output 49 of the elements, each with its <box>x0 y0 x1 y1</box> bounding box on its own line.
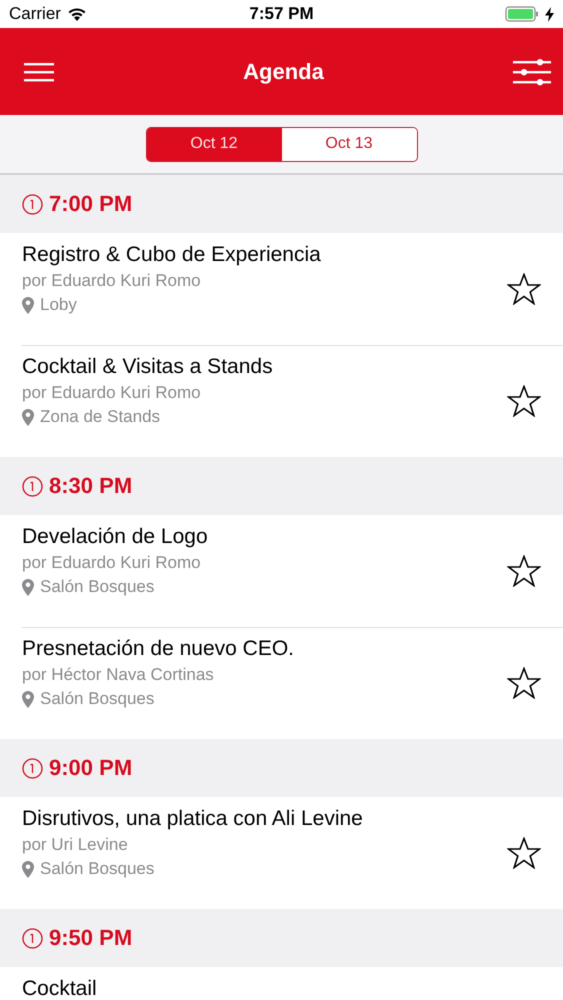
battery-icon <box>505 6 539 22</box>
location-name: Salón Bosques <box>40 577 154 597</box>
filter-sliders-icon[interactable] <box>513 58 551 86</box>
star-icon[interactable] <box>507 555 541 587</box>
clock-icon <box>22 758 43 778</box>
section-time: 9:00 PM <box>49 755 132 781</box>
location-pin-icon <box>22 690 34 708</box>
session-title: Registro & Cubo de Experiencia <box>22 243 321 267</box>
location-pin-icon <box>22 408 34 426</box>
session-title: Cocktail <box>22 977 97 1000</box>
agenda-item[interactable]: Presnetación de nuevo CEO. por Héctor Nava Cortinas Salón Bosques <box>0 627 563 739</box>
agenda-item[interactable]: Cocktail <box>0 967 563 1000</box>
location-pin-icon <box>22 296 34 314</box>
speaker-name: por Eduardo Kuri Romo <box>22 383 202 403</box>
section-time: 7:00 PM <box>49 191 132 217</box>
location-name: Zona de Stands <box>40 407 160 427</box>
star-icon[interactable] <box>507 667 541 699</box>
carrier-name: Carrier <box>9 4 61 24</box>
agenda-item[interactable]: Develación de Logo por Eduardo Kuri Romo Salón Bosques <box>0 515 563 627</box>
section-time: 8:30 PM <box>49 473 132 499</box>
clock-icon <box>22 928 43 948</box>
speaker-name: por Uri Levine <box>22 835 129 855</box>
location-pin-icon <box>22 578 34 596</box>
section-time: 9:50 PM <box>49 925 132 951</box>
star-icon[interactable] <box>507 273 541 305</box>
clock-time: 7:57 PM <box>249 4 314 24</box>
day-tab[interactable]: Oct 13 <box>282 128 416 160</box>
speaker-name: por Eduardo Kuri Romo <box>22 553 202 573</box>
agenda-item[interactable]: Disrutivos, una platica con Ali Levine por Uri Levine Salón Bosques <box>0 797 563 909</box>
clock-icon <box>22 194 43 214</box>
session-title: Disrutivos, una platica con Ali Levine <box>22 807 363 831</box>
clock-icon <box>22 476 43 496</box>
session-title: Presnetación de nuevo CEO. <box>22 637 294 661</box>
wifi-icon <box>66 6 87 22</box>
location-name: Loby <box>40 295 77 315</box>
speaker-name: por Eduardo Kuri Romo <box>22 271 202 291</box>
location-pin-icon <box>22 860 34 878</box>
location-name: Salón Bosques <box>40 689 154 709</box>
agenda-item[interactable]: Registro & Cubo de Experiencia por Eduardo Kuri Romo Loby <box>0 233 563 345</box>
day-tab[interactable]: Oct 12 <box>146 128 282 160</box>
speaker-name: por Héctor Nava Cortinas <box>22 665 215 685</box>
session-title: Develación de Logo <box>22 525 208 549</box>
session-title: Cocktail & Visitas a Stands <box>22 355 273 379</box>
agenda-item[interactable]: Cocktail & Visitas a Stands por Eduardo Kuri Romo Zona de Stands <box>0 345 563 457</box>
screen-title: Agenda <box>243 58 324 84</box>
location-name: Salón Bosques <box>40 859 154 879</box>
star-icon[interactable] <box>507 385 541 417</box>
star-icon[interactable] <box>507 837 541 869</box>
menu-icon[interactable] <box>24 62 54 82</box>
